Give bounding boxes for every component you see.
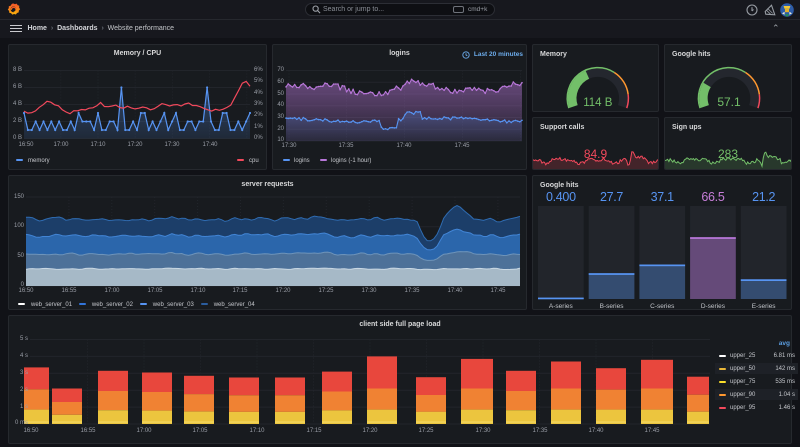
- svg-text:114 B: 114 B: [583, 97, 613, 109]
- svg-text:57.1: 57.1: [717, 95, 741, 109]
